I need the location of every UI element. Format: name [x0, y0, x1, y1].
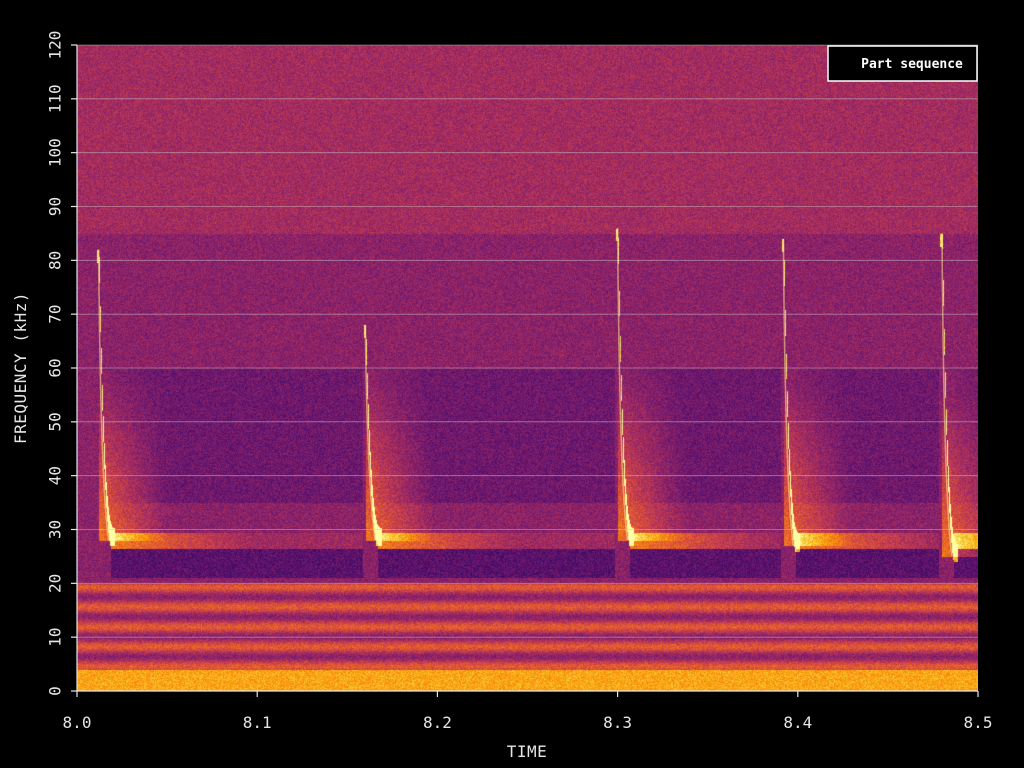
y-tick-label: 20 — [46, 574, 65, 593]
x-tick-label: 8.4 — [783, 713, 812, 732]
y-axis-label: FREQUENCY (kHz) — [11, 292, 30, 444]
x-tick-label: 8.0 — [63, 713, 92, 732]
y-tick-label: 100 — [46, 138, 65, 167]
x-tick-label: 8.1 — [243, 713, 272, 732]
y-tick-label: 120 — [46, 31, 65, 60]
legend-label: Part sequence — [861, 57, 963, 72]
x-tick-label: 8.5 — [964, 713, 993, 732]
y-tick-label: 50 — [46, 412, 65, 431]
y-tick-label: 110 — [46, 84, 65, 113]
x-tick-label: 8.3 — [603, 713, 632, 732]
y-tick-label: 40 — [46, 466, 65, 485]
y-tick-label: 30 — [46, 520, 65, 539]
y-tick-label: 60 — [46, 358, 65, 377]
y-tick-label: 80 — [46, 251, 65, 270]
y-tick-label: 90 — [46, 197, 65, 216]
y-tick-label: 70 — [46, 305, 65, 324]
x-axis-label: TIME — [507, 742, 548, 761]
spectrogram-chart: 8.0 8.1 8.2 8.3 8.4 8.5 0 10 20 30 40 50 60 70 80 90 10… — [0, 0, 1024, 768]
x-tick-label: 8.2 — [423, 713, 452, 732]
legend: Part sequence — [827, 45, 978, 82]
y-tick-label: 10 — [46, 628, 65, 647]
y-tick-label: 0 — [46, 686, 65, 696]
